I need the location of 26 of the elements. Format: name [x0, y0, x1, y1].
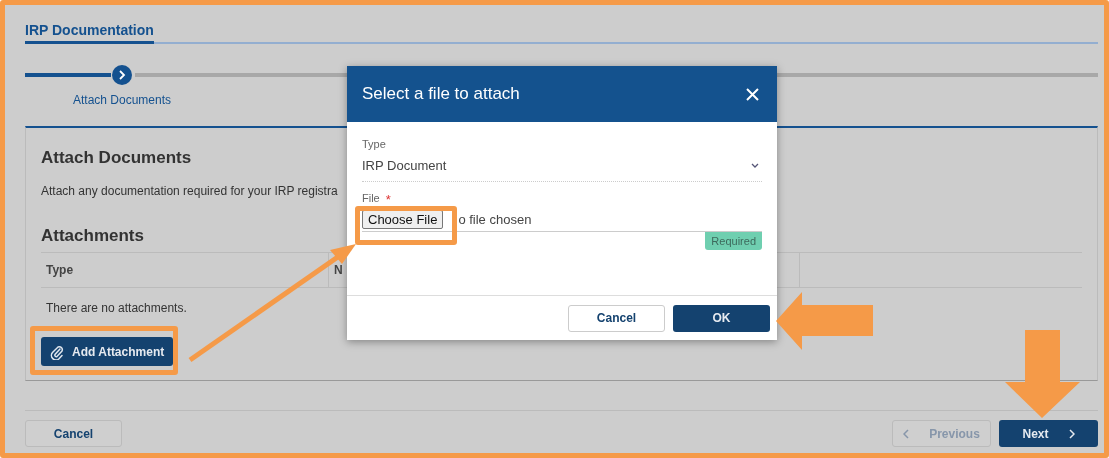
empty-message: There are no attachments. — [46, 301, 187, 315]
chevron-right-icon — [1068, 428, 1075, 439]
step-label[interactable]: Attach Documents — [73, 92, 172, 108]
chevron-down-icon — [751, 162, 759, 169]
section-heading: Attach Documents — [41, 148, 192, 168]
chevron-left-icon — [903, 428, 910, 439]
step-indicator-icon[interactable] — [111, 64, 133, 86]
add-attachment-button[interactable]: Add Attachment — [41, 337, 174, 366]
column-header: N — [334, 263, 343, 277]
file-status-text: o file chosen — [458, 212, 532, 227]
required-mark: * — [385, 192, 391, 207]
next-button[interactable]: Next — [999, 420, 1098, 447]
close-icon[interactable] — [746, 87, 759, 101]
required-badge: Required — [705, 232, 762, 250]
ok-button[interactable]: OK — [673, 304, 770, 332]
description-text: Attach any documentation required for your IRP registra — [41, 184, 338, 198]
dialog-title: Select a file to attach — [362, 84, 520, 104]
field-label: Type — [362, 138, 387, 150]
cancel-button[interactable]: Cancel — [25, 420, 122, 447]
type-dropdown[interactable]: IRP Document — [362, 150, 762, 182]
column-header: Type — [46, 263, 74, 277]
section-heading: Attachments — [41, 226, 144, 246]
cancel-button[interactable]: Cancel — [568, 304, 665, 332]
field-label: File — [362, 192, 380, 206]
page-title: IRP Documentation — [25, 20, 154, 44]
paperclip-icon — [50, 343, 64, 360]
